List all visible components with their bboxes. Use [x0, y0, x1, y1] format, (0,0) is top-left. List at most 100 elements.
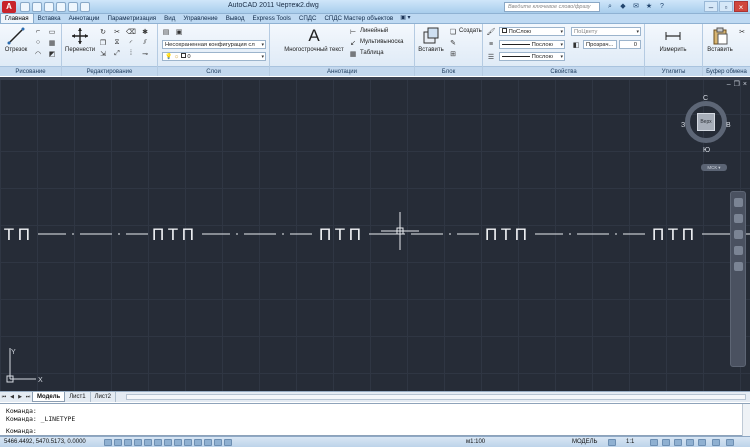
- selection-cycling-icon[interactable]: [224, 439, 232, 446]
- panel-properties-label[interactable]: Свойства: [483, 66, 644, 76]
- showmotion-icon[interactable]: [734, 262, 743, 271]
- edit-block-icon[interactable]: ✎: [448, 38, 458, 47]
- maximize-button[interactable]: ▫: [719, 1, 733, 12]
- insert-block-button[interactable]: Вставить: [416, 27, 446, 53]
- mirror-icon[interactable]: ⧖: [112, 38, 122, 47]
- transparency-value-field[interactable]: 0: [619, 40, 641, 49]
- coordinates-readout[interactable]: 5466.4492, 5470.5173, 0.0000: [4, 438, 86, 447]
- save-icon[interactable]: [44, 2, 54, 12]
- erase-icon[interactable]: ⌫: [126, 27, 136, 36]
- tab-layout1[interactable]: Лист1: [65, 392, 91, 402]
- compass-east[interactable]: В: [726, 122, 731, 129]
- zoom-icon[interactable]: [734, 230, 743, 239]
- scale-icon[interactable]: ⤢: [112, 49, 122, 58]
- tab-annotate[interactable]: Аннотации: [65, 14, 104, 23]
- prev-layout-icon[interactable]: ◀: [8, 392, 16, 402]
- arc-icon[interactable]: ◠: [33, 49, 43, 58]
- measure-button[interactable]: Измерить: [651, 27, 695, 53]
- quick-view-layouts-icon[interactable]: [608, 439, 616, 446]
- multileader-label[interactable]: Мультивыноска: [360, 39, 403, 45]
- plotstyle-dropdown[interactable]: ПоЦвету ▾: [571, 27, 641, 36]
- tab-parametric[interactable]: Параметризация: [104, 14, 161, 23]
- close-button[interactable]: ×: [734, 1, 748, 12]
- object-snap-icon[interactable]: [144, 439, 152, 446]
- pan-icon[interactable]: [734, 214, 743, 223]
- horizontal-scrollbar[interactable]: [125, 394, 746, 400]
- panel-clipboard-label[interactable]: Буфер обмена: [703, 66, 750, 76]
- rotate-icon[interactable]: ↻: [98, 27, 108, 36]
- wcs-menu[interactable]: МСК ▾: [701, 164, 727, 171]
- layer-properties-icon[interactable]: ▤: [161, 27, 171, 36]
- orbit-icon[interactable]: [734, 246, 743, 255]
- explode-icon[interactable]: ✱: [140, 27, 150, 36]
- isolate-objects-icon[interactable]: [698, 439, 706, 446]
- dynamic-ucs-icon[interactable]: [174, 439, 182, 446]
- status-bar-menu-icon[interactable]: [712, 439, 720, 446]
- rectangle-icon[interactable]: ▭: [47, 27, 57, 36]
- trim-icon[interactable]: ✂: [112, 27, 122, 36]
- snap-mode-icon[interactable]: [104, 439, 112, 446]
- compass-north[interactable]: С: [703, 95, 708, 102]
- model-space-toggle[interactable]: МОДЕЛЬ: [572, 438, 597, 447]
- tab-express-tools[interactable]: Express Tools: [248, 14, 294, 23]
- command-line-scrollbar[interactable]: [742, 404, 750, 436]
- tab-spds-master[interactable]: СПДС Мастер объектов: [320, 14, 397, 23]
- lineweight-dropdown[interactable]: Послою ▾: [499, 40, 565, 49]
- 3d-osnap-icon[interactable]: [154, 439, 162, 446]
- new-icon[interactable]: [20, 2, 30, 12]
- viewcube-top-face[interactable]: Верх: [697, 113, 715, 131]
- ortho-mode-icon[interactable]: [124, 439, 132, 446]
- compass-west[interactable]: З: [681, 122, 685, 129]
- gradient-icon[interactable]: ◩: [47, 49, 57, 58]
- stretch-icon[interactable]: ⇲: [98, 49, 108, 58]
- tab-view[interactable]: Вид: [160, 14, 179, 23]
- circle-icon[interactable]: ○: [33, 38, 43, 47]
- hatch-icon[interactable]: ▦: [47, 38, 57, 47]
- panel-layers-label[interactable]: Слои: [158, 66, 269, 76]
- plot-icon[interactable]: [80, 2, 90, 12]
- tab-layout2[interactable]: Лист2: [91, 392, 116, 402]
- transparency-toggle-icon[interactable]: [204, 439, 212, 446]
- command-line[interactable]: Команда: Команда: _LINETYPE Команда:: [0, 403, 750, 436]
- lock-icon[interactable]: [674, 439, 682, 446]
- grid-display-icon[interactable]: [114, 439, 122, 446]
- polar-tracking-icon[interactable]: [134, 439, 142, 446]
- tab-manage[interactable]: Управление: [179, 14, 221, 23]
- panel-draw-label[interactable]: Рисование: [0, 66, 61, 76]
- dynamic-input-icon[interactable]: [184, 439, 192, 446]
- transparency-dropdown[interactable]: Прозрач...: [583, 40, 617, 49]
- search-input[interactable]: Введите ключевое слово/фразу: [504, 2, 600, 12]
- command-prompt[interactable]: Команда:: [6, 427, 37, 435]
- hardware-acceleration-icon[interactable]: [686, 439, 694, 446]
- linear-dimension-icon[interactable]: ⊢: [348, 27, 358, 36]
- fillet-icon[interactable]: ◜: [126, 38, 136, 47]
- workspace-switching-icon[interactable]: [662, 439, 670, 446]
- clean-screen-icon[interactable]: [726, 439, 734, 446]
- panel-annotation-label[interactable]: Аннотации: [270, 66, 414, 76]
- multileader-icon[interactable]: ↙: [348, 38, 358, 47]
- redo-icon[interactable]: [68, 2, 78, 12]
- panel-utilities-label[interactable]: Утилиты: [645, 66, 702, 76]
- viewcube[interactable]: Верх С Ю З В МСК ▾: [681, 95, 731, 171]
- compass-south[interactable]: Ю: [703, 147, 710, 154]
- layer-state-icon[interactable]: ▣: [174, 27, 184, 36]
- application-menu-button[interactable]: A: [2, 1, 16, 13]
- tab-output[interactable]: Вывод: [222, 14, 249, 23]
- tab-home[interactable]: Главная: [0, 13, 34, 23]
- table-label[interactable]: Таблица: [360, 50, 384, 56]
- drawing-area[interactable]: – ❐ × ПТППТППТППТППТП Y X Верх С Ю З В М…: [0, 77, 750, 391]
- join-icon[interactable]: ⊸: [140, 49, 150, 58]
- object-snap-tracking-icon[interactable]: [164, 439, 172, 446]
- minimize-button[interactable]: –: [704, 1, 718, 12]
- linetype-dropdown[interactable]: Послою ▾: [499, 52, 565, 61]
- annotation-visibility-icon[interactable]: [650, 439, 658, 446]
- tab-insert[interactable]: Вставка: [34, 14, 65, 23]
- communication-icon[interactable]: ✉: [632, 2, 640, 11]
- lineweight-toggle-icon[interactable]: [194, 439, 202, 446]
- copy-icon[interactable]: ❐: [98, 38, 108, 47]
- layer-state-dropdown[interactable]: Несохраненная конфигурация сл ▾: [162, 40, 266, 49]
- cut-icon[interactable]: ✂: [737, 27, 747, 36]
- search-icon[interactable]: ⌕: [606, 2, 614, 11]
- quick-properties-icon[interactable]: [214, 439, 222, 446]
- tab-spds[interactable]: СПДС: [295, 14, 321, 23]
